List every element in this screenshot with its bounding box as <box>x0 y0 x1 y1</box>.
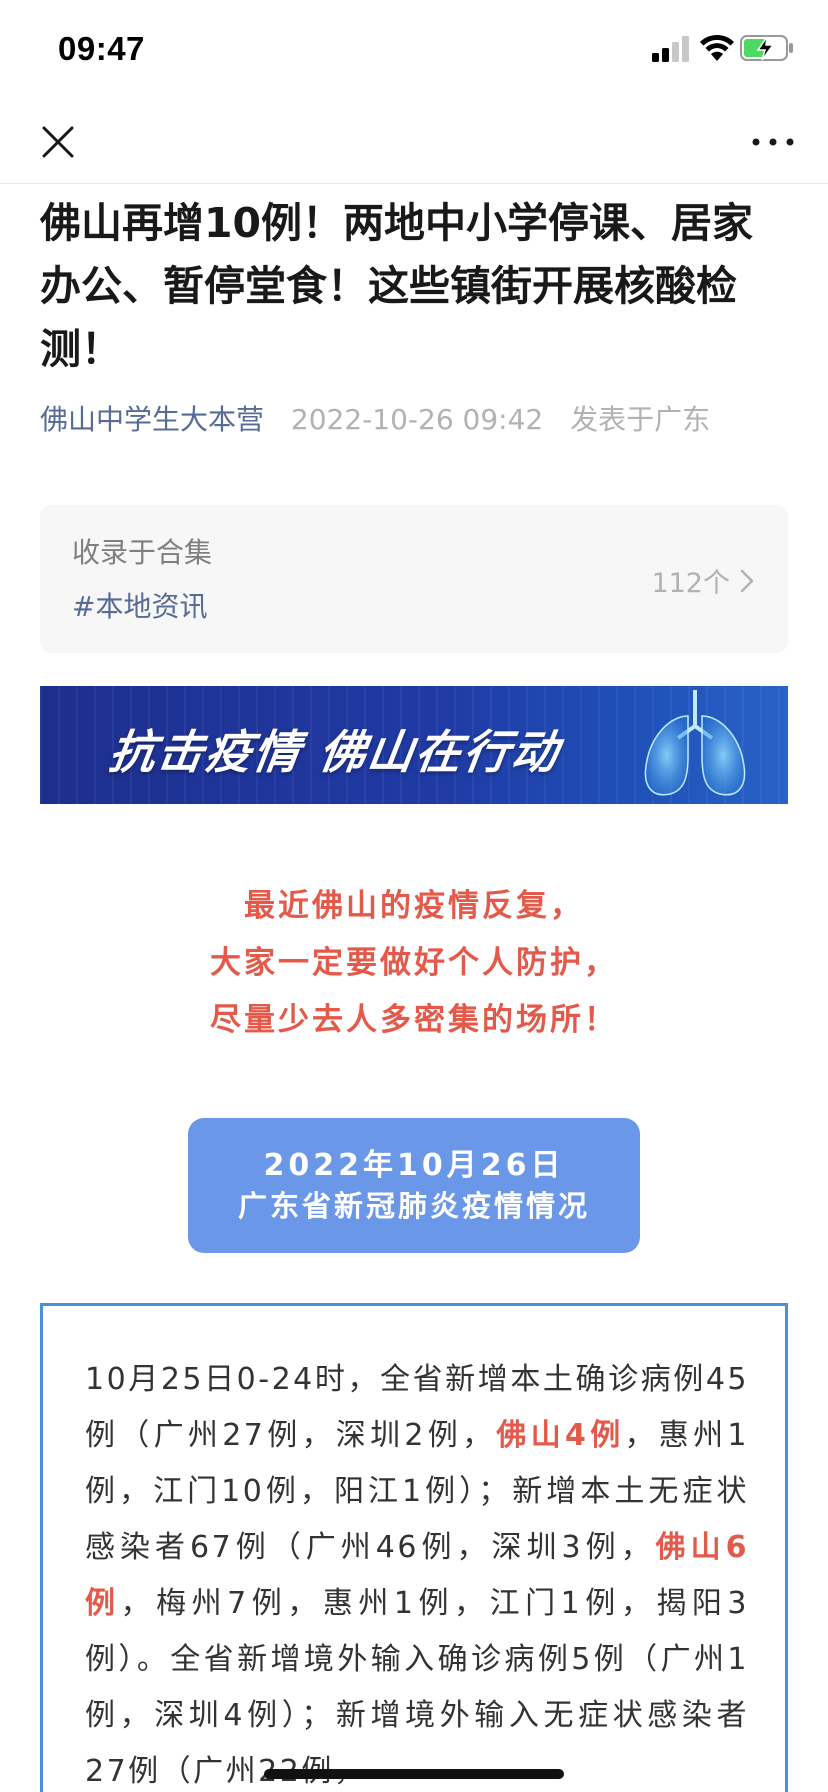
status-time: 09:47 <box>58 30 145 67</box>
collection-card[interactable]: 收录于合集 #本地资讯 112个 <box>40 505 788 653</box>
warning-line-2: 大家一定要做好个人防护， <box>210 945 618 981</box>
signal-icon <box>652 36 689 62</box>
publish-date: 2022-10-26 09:42 <box>290 403 544 436</box>
collection-label: 收录于合集 <box>72 536 213 569</box>
warning-line-3: 尽量少去人多密集的场所！ <box>210 1002 618 1038</box>
warning-line-1: 最近佛山的疫情反复， <box>244 888 584 924</box>
collection-tag[interactable]: #本地资讯 <box>72 585 207 625</box>
wifi-icon <box>700 34 734 61</box>
banner-image: 抗击疫情 佛山在行动 <box>40 686 788 804</box>
warning-note: 最近佛山的疫情反复， 大家一定要做好个人防护， 尽量少去人多密集的场所！ <box>40 878 788 1049</box>
lungs-icon <box>644 690 746 796</box>
author-link[interactable]: 佛山中学生大本营 <box>40 403 264 436</box>
close-icon[interactable] <box>36 120 80 164</box>
chevron-right-icon <box>740 569 754 592</box>
banner-text: 抗击疫情 佛山在行动 <box>105 725 564 779</box>
collection-count-text: 112个 <box>651 568 730 599</box>
collection-count[interactable]: 112个 <box>651 561 754 600</box>
epidemic-info-text: 10月25日0-24时，全省新增本土确诊病例45例（广州27例，深圳2例，佛山4… <box>85 1352 749 1792</box>
status-bar: 09:47 <box>0 0 828 100</box>
info-text-part-3: ，梅州7例，惠州1例，江门1例，揭阳3例）。全省新增境外输入确诊病例5例（广州1… <box>85 1586 750 1789</box>
publish-location: 发表于广东 <box>570 403 711 436</box>
epidemic-info-box: 10月25日0-24时，全省新增本土确诊病例45例（广州27例，深圳2例，佛山4… <box>40 1303 788 1792</box>
home-indicator <box>264 1769 564 1779</box>
date-header-line-1: 2022年10月26日 <box>263 1148 565 1183</box>
date-header-line-2: 广东省新冠肺炎疫情情况 <box>237 1189 590 1223</box>
article-title: 佛山再增10例！两地中小学停课、居家办公、暂停堂食！这些镇街开展核酸检测！ <box>40 199 754 373</box>
article-meta: 佛山中学生大本营 2022-10-26 09:42 发表于广东 <box>40 400 800 440</box>
info-highlight-foshan-4: 佛山4例 <box>496 1418 625 1453</box>
battery-charging-icon <box>740 35 793 61</box>
date-header-pill: 2022年10月26日 广东省新冠肺炎疫情情况 <box>188 1118 640 1253</box>
more-icon[interactable] <box>748 120 798 164</box>
nav-bar <box>0 100 828 184</box>
wechat-article-page: 09:47 佛山再增10例！两地中小学停课、居家办公、暂停堂食！这些镇街开展核酸… <box>0 0 828 1792</box>
